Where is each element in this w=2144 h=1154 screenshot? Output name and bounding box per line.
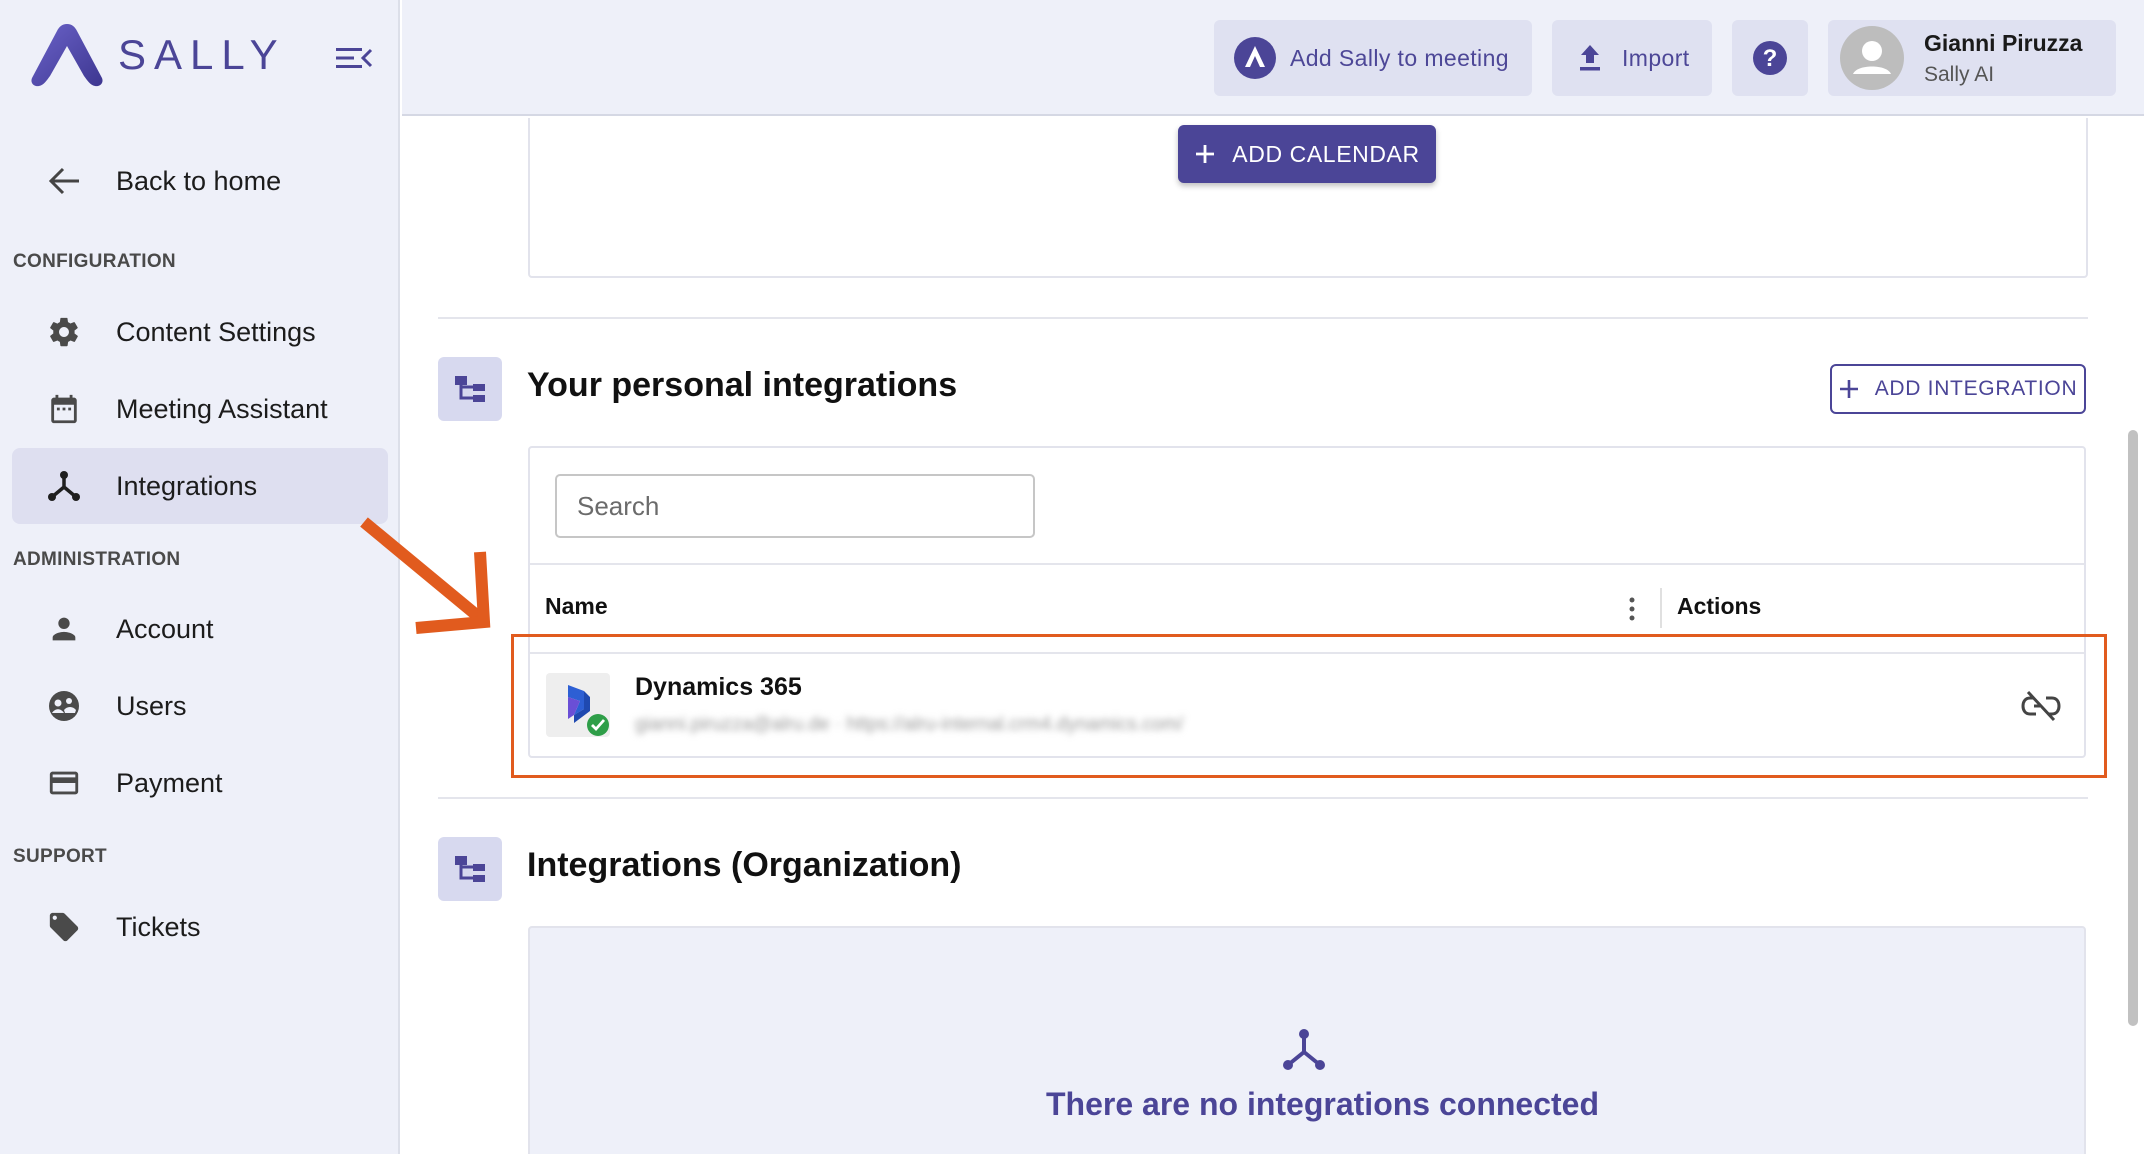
plus-icon xyxy=(1839,380,1858,398)
calendar-icon xyxy=(24,392,104,426)
column-header-name[interactable]: Name xyxy=(545,593,608,620)
highlight-box xyxy=(511,634,2107,778)
brand-name: SALLY xyxy=(118,31,286,78)
scrollbar[interactable] xyxy=(2128,430,2138,1026)
column-menu-button[interactable] xyxy=(1620,594,1644,624)
sidebar: SALLY Back to home CONFIGURATION Content… xyxy=(0,0,400,1154)
tag-icon xyxy=(24,910,104,944)
add-sally-label: Add Sally to meeting xyxy=(1290,44,1509,71)
section-configuration: CONFIGURATION xyxy=(13,251,176,272)
credit-card-icon xyxy=(24,766,104,800)
top-bar: Add Sally to meeting Import ? Gianni Pir… xyxy=(402,0,2144,116)
add-sally-to-meeting-button[interactable]: Add Sally to meeting xyxy=(1214,20,1532,96)
org-integrations-title: Integrations (Organization) xyxy=(527,846,962,884)
sally-logo-icon xyxy=(31,24,103,87)
users-icon xyxy=(24,689,104,723)
sidebar-item-meeting-assistant[interactable]: Meeting Assistant xyxy=(12,371,388,447)
import-button[interactable]: Import xyxy=(1552,20,1712,96)
personal-integrations-title: Your personal integrations xyxy=(527,366,958,404)
import-label: Import xyxy=(1622,44,1690,71)
upload-icon xyxy=(1580,45,1600,71)
sidebar-item-label: Account xyxy=(116,613,214,644)
search-input[interactable] xyxy=(555,474,1035,538)
sidebar-item-account[interactable]: Account xyxy=(12,591,388,667)
back-to-home-label: Back to home xyxy=(116,165,282,196)
column-header-actions: Actions xyxy=(1677,593,1762,619)
user-org: Sally AI xyxy=(1924,62,1995,86)
org-integrations-section-icon xyxy=(438,837,502,901)
help-icon: ? xyxy=(1753,41,1787,75)
add-integration-label: ADD INTEGRATION xyxy=(1874,377,2078,400)
more-vertical-icon xyxy=(1629,597,1635,621)
section-support: SUPPORT xyxy=(13,846,107,867)
divider xyxy=(438,797,2088,799)
section-administration: ADMINISTRATION xyxy=(13,549,181,570)
table-top-border xyxy=(530,563,2084,565)
sidebar-item-integrations[interactable]: Integrations xyxy=(12,448,388,524)
menu-collapse-icon xyxy=(336,48,373,68)
sidebar-item-label: Integrations xyxy=(116,470,258,501)
sidebar-item-content-settings[interactable]: Content Settings xyxy=(12,294,388,370)
divider xyxy=(438,317,2088,319)
empty-state-text: There are no integrations connected xyxy=(1046,1086,1599,1122)
plus-icon xyxy=(1196,145,1215,163)
sally-logo[interactable]: SALLY xyxy=(30,22,286,88)
sidebar-item-label: Payment xyxy=(116,767,223,798)
sidebar-item-label: Tickets xyxy=(116,911,201,942)
sidebar-item-label: Content Settings xyxy=(116,316,316,347)
integrations-icon xyxy=(24,469,104,503)
sidebar-item-label: Users xyxy=(116,690,187,721)
integrations-icon xyxy=(1283,1029,1325,1070)
collapse-sidebar-button[interactable] xyxy=(334,40,374,76)
gear-icon xyxy=(24,315,104,349)
avatar xyxy=(1840,26,1904,90)
arrow-left-icon xyxy=(24,166,104,196)
back-to-home-link[interactable]: Back to home xyxy=(12,143,388,219)
add-integration-button[interactable]: ADD INTEGRATION xyxy=(1830,364,2086,414)
sidebar-item-users[interactable]: Users xyxy=(12,668,388,744)
sally-badge-icon xyxy=(1234,37,1276,79)
user-menu[interactable]: Gianni Piruzza Sally AI xyxy=(1828,20,2116,96)
integrations-section-icon xyxy=(438,357,502,421)
annotation-arrow xyxy=(360,517,491,634)
help-button[interactable]: ? xyxy=(1732,20,1808,96)
svg-text:?: ? xyxy=(1763,45,1778,72)
person-icon xyxy=(24,612,104,646)
add-calendar-label: ADD CALENDAR xyxy=(1232,140,1420,167)
user-name: Gianni Piruzza xyxy=(1924,29,2083,56)
add-calendar-button[interactable]: ADD CALENDAR xyxy=(1178,125,1436,183)
column-separator[interactable] xyxy=(1660,588,1662,628)
sidebar-item-label: Meeting Assistant xyxy=(116,393,328,424)
sidebar-item-tickets[interactable]: Tickets xyxy=(12,889,388,965)
sidebar-item-payment[interactable]: Payment xyxy=(12,745,388,821)
